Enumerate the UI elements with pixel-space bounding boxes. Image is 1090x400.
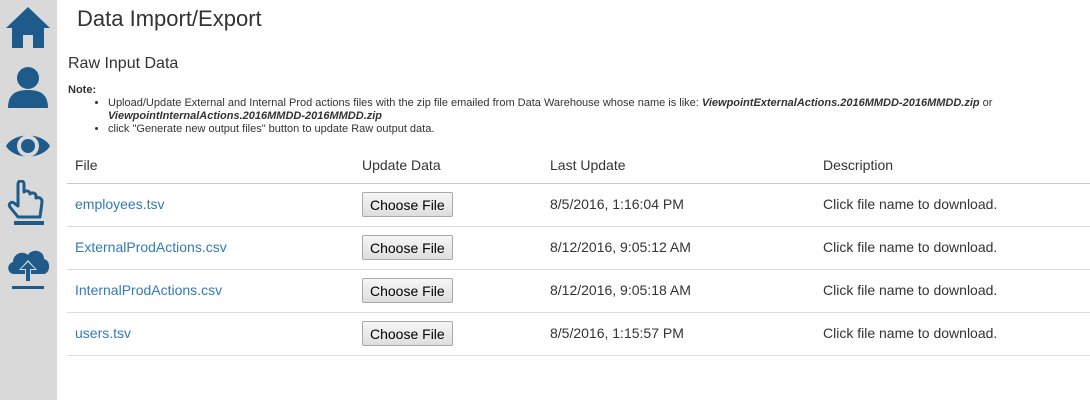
header-update-data: Update Data — [362, 157, 441, 173]
description: Click file name to download. — [823, 196, 998, 212]
update-cell: Choose File — [362, 192, 453, 217]
eye-icon[interactable] — [4, 122, 52, 170]
file-download-link[interactable]: employees.tsv — [75, 196, 164, 212]
table-header: File Update Data Last Update Description — [67, 147, 1090, 184]
last-update: 8/5/2016, 1:15:57 PM — [550, 325, 684, 341]
note-label: Note: — [68, 84, 97, 96]
note-text: Upload/Update External and Internal Prod… — [108, 97, 702, 109]
last-update: 8/12/2016, 9:05:12 AM — [550, 239, 691, 255]
note-item: Upload/Update External and Internal Prod… — [108, 97, 1078, 123]
description: Click file name to download. — [823, 239, 998, 255]
note-filename: ViewpointInternalActions.2016MMDD-2016MM… — [108, 110, 383, 122]
sidebar — [0, 0, 57, 400]
page-title: Data Import/Export — [77, 6, 262, 31]
note-item: click "Generate new output files" button… — [108, 123, 1078, 136]
note-text: or — [979, 97, 993, 109]
note: Note: Upload/Update External and Interna… — [68, 84, 1078, 136]
choose-file-button[interactable]: Choose File — [362, 235, 453, 260]
update-cell: Choose File — [362, 321, 453, 346]
header-last-update: Last Update — [550, 157, 626, 173]
note-filename: ViewpointExternalActions.2016MMDD-2016MM… — [701, 97, 980, 109]
table-row: users.tsv Choose File 8/5/2016, 1:15:57 … — [67, 313, 1090, 356]
file-download-link[interactable]: ExternalProdActions.csv — [75, 239, 227, 255]
file-download-link[interactable]: InternalProdActions.csv — [75, 282, 222, 298]
last-update: 8/12/2016, 9:05:18 AM — [550, 282, 691, 298]
description: Click file name to download. — [823, 325, 998, 341]
main-content: Data Import/Export Raw Input Data Note: … — [57, 0, 1090, 400]
update-cell: Choose File — [362, 235, 453, 260]
table-row: ExternalProdActions.csv Choose File 8/12… — [67, 227, 1090, 270]
header-description: Description — [823, 157, 894, 173]
choose-file-button[interactable]: Choose File — [362, 192, 453, 217]
table-row: employees.tsv Choose File 8/5/2016, 1:16… — [67, 184, 1090, 227]
cloud-upload-icon[interactable] — [4, 242, 52, 290]
user-icon[interactable] — [4, 64, 52, 112]
file-download-link[interactable]: users.tsv — [75, 325, 131, 341]
home-icon[interactable] — [4, 4, 52, 52]
files-table: File Update Data Last Update Description… — [67, 147, 1090, 356]
update-cell: Choose File — [362, 278, 453, 303]
last-update: 8/5/2016, 1:16:04 PM — [550, 196, 684, 212]
description: Click file name to download. — [823, 282, 998, 298]
table-row: InternalProdActions.csv Choose File 8/12… — [67, 270, 1090, 313]
header-file: File — [75, 157, 98, 173]
section-title: Raw Input Data — [68, 55, 179, 72]
choose-file-button[interactable]: Choose File — [362, 278, 453, 303]
pointer-hand-icon[interactable] — [4, 180, 52, 228]
choose-file-button[interactable]: Choose File — [362, 321, 453, 346]
note-list: Upload/Update External and Internal Prod… — [68, 97, 1078, 136]
